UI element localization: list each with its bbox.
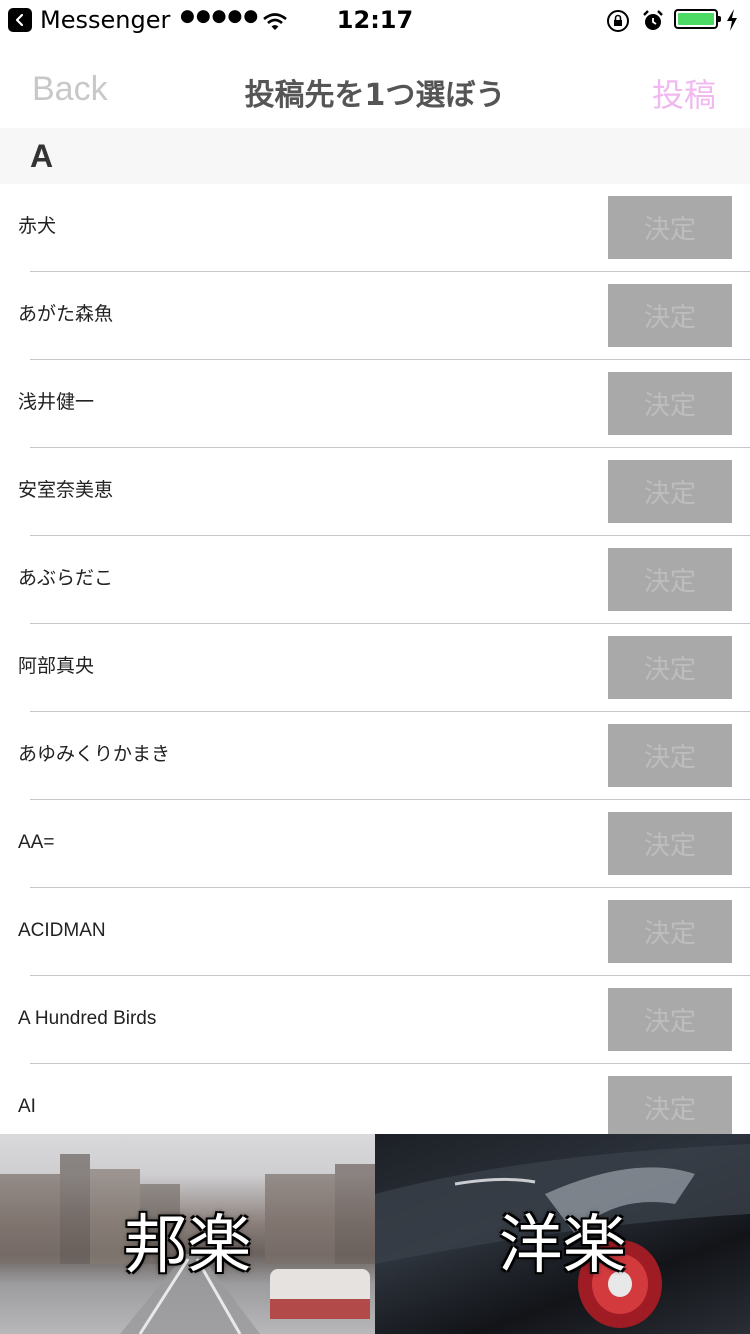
decide-button[interactable]: 決定 <box>608 548 732 611</box>
navigation-bar: Back 投稿先を1つ選ぼう 投稿 <box>0 40 750 128</box>
artist-name: ACIDMAN <box>18 920 106 941</box>
decide-button[interactable]: 決定 <box>608 460 732 523</box>
tab-label: 邦楽 <box>123 1209 252 1283</box>
section-letter: A <box>30 138 54 174</box>
artist-name: あがた森魚 <box>18 304 114 325</box>
artist-name: 安室奈美恵 <box>18 480 114 501</box>
artist-name: AA= <box>18 832 55 853</box>
artist-name: あゆみくりかまき <box>18 744 171 765</box>
decide-button[interactable]: 決定 <box>608 724 732 787</box>
battery-icon <box>674 9 721 29</box>
status-bar: Messenger ●●●●● 12:17 <box>0 0 750 40</box>
artist-name: AI <box>18 1096 36 1117</box>
artist-name: 浅井健一 <box>18 392 95 413</box>
artist-list[interactable]: 赤犬 決定 あがた森魚 決定 浅井健一 決定 安室奈美恵 決定 あぶらだこ 決定… <box>0 184 750 1134</box>
charging-bolt-icon <box>726 9 738 37</box>
artist-name: あぶらだこ <box>18 568 114 589</box>
post-button[interactable]: 投稿 <box>652 70 716 116</box>
list-item[interactable]: 浅井健一 決定 <box>0 360 750 448</box>
tab-japanese-music[interactable]: 邦楽 <box>0 1134 375 1334</box>
tab-label: 洋楽 <box>498 1209 627 1283</box>
decide-button[interactable]: 決定 <box>608 636 732 699</box>
list-item[interactable]: AA= 決定 <box>0 800 750 888</box>
list-item[interactable]: ACIDMAN 決定 <box>0 888 750 976</box>
list-item[interactable]: A Hundred Birds 決定 <box>0 976 750 1064</box>
list-item[interactable]: 安室奈美恵 決定 <box>0 448 750 536</box>
list-item[interactable]: AI 決定 <box>0 1064 750 1134</box>
list-item[interactable]: あぶらだこ 決定 <box>0 536 750 624</box>
list-item[interactable]: 阿部真央 決定 <box>0 624 750 712</box>
tab-western-music[interactable]: 洋楽 <box>375 1134 750 1334</box>
orientation-lock-icon <box>606 9 630 39</box>
decide-button[interactable]: 決定 <box>608 196 732 259</box>
decide-button[interactable]: 決定 <box>608 372 732 435</box>
decide-button[interactable]: 決定 <box>608 284 732 347</box>
section-header: A <box>0 128 750 184</box>
list-item[interactable]: あゆみくりかまき 決定 <box>0 712 750 800</box>
decide-button[interactable]: 決定 <box>608 988 732 1051</box>
decide-button[interactable]: 決定 <box>608 1076 732 1134</box>
artist-name: 阿部真央 <box>18 656 95 677</box>
list-item[interactable]: あがた森魚 決定 <box>0 272 750 360</box>
artist-name: A Hundred Birds <box>18 1008 157 1029</box>
status-time: 12:17 <box>336 6 414 34</box>
decide-button[interactable]: 決定 <box>608 812 732 875</box>
decide-button[interactable]: 決定 <box>608 900 732 963</box>
artist-name: 赤犬 <box>18 216 57 237</box>
alarm-icon <box>641 9 665 39</box>
list-item[interactable]: 赤犬 決定 <box>0 184 750 272</box>
genre-tabs: 邦楽 洋楽 <box>0 1134 750 1334</box>
page-title: 投稿先を1つ選ぼう <box>244 78 506 113</box>
